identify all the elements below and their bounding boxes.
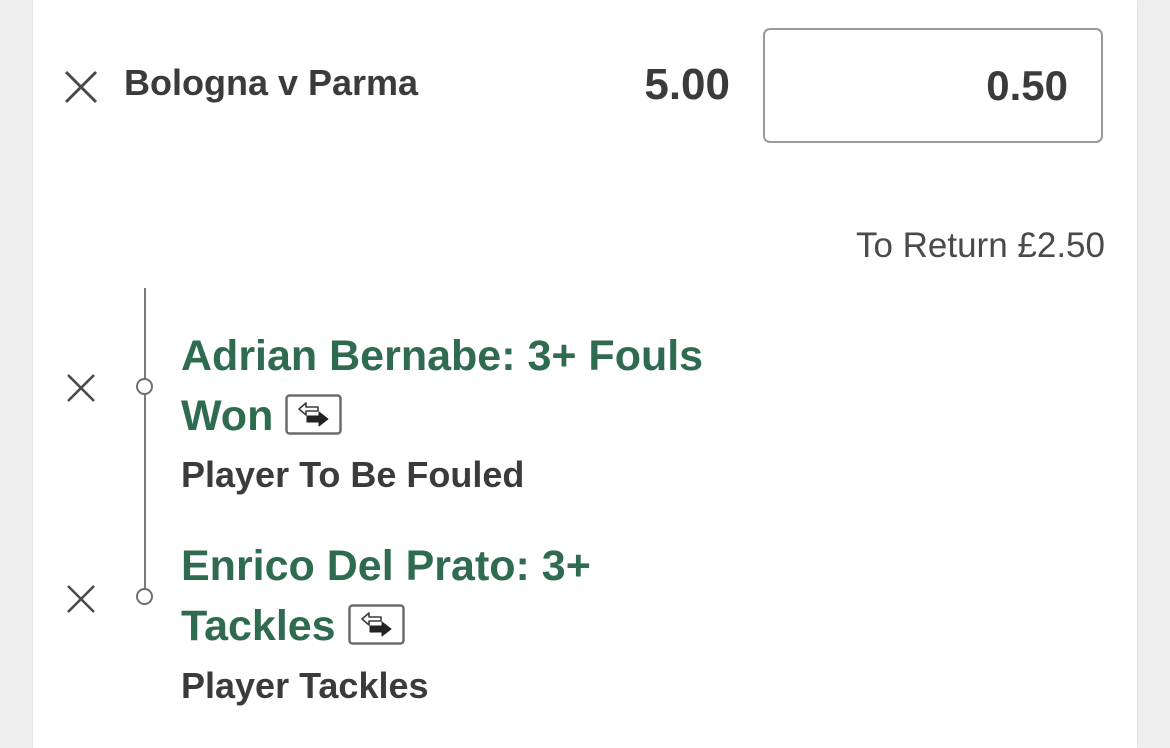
swap-icon[interactable] — [285, 394, 343, 435]
leg-1-selection-line-1: Adrian Bernabe: 3+ Fouls — [181, 332, 704, 380]
event-title: Bologna v Parma — [124, 62, 419, 103]
bet-slip-card: Bologna v Parma 5.00 To Return £2.50 Adr… — [33, 0, 1137, 748]
leg-1-selection-line-2-row: Won — [181, 386, 703, 446]
leg-1-selection: Adrian Bernabe: 3+ Fouls Won — [181, 326, 703, 446]
timeline-connector — [144, 288, 146, 598]
odds-value: 5.00 — [644, 60, 730, 109]
leg-1-selection-line-2: Won — [181, 392, 274, 440]
leg-2-selection-line-1: Enrico Del Prato: 3+ — [181, 542, 591, 590]
leg-1-market: Player To Be Fouled — [181, 454, 525, 495]
to-return-text: To Return £2.50 — [855, 226, 1105, 265]
remove-bet-close-icon[interactable] — [63, 69, 99, 105]
leg-2-selection: Enrico Del Prato: 3+ Tackles — [181, 536, 591, 656]
remove-leg-1-close-icon[interactable] — [66, 373, 96, 403]
leg-2-market: Player Tackles — [181, 665, 429, 706]
swap-icon[interactable] — [347, 604, 405, 645]
leg-2-selection-line-2: Tackles — [181, 602, 336, 650]
stake-input[interactable] — [763, 28, 1103, 143]
leg-2-selection-line-2-row: Tackles — [181, 596, 591, 656]
timeline-dot-leg-2 — [136, 588, 153, 605]
remove-leg-2-close-icon[interactable] — [66, 584, 96, 614]
timeline-dot-leg-1 — [136, 378, 153, 395]
